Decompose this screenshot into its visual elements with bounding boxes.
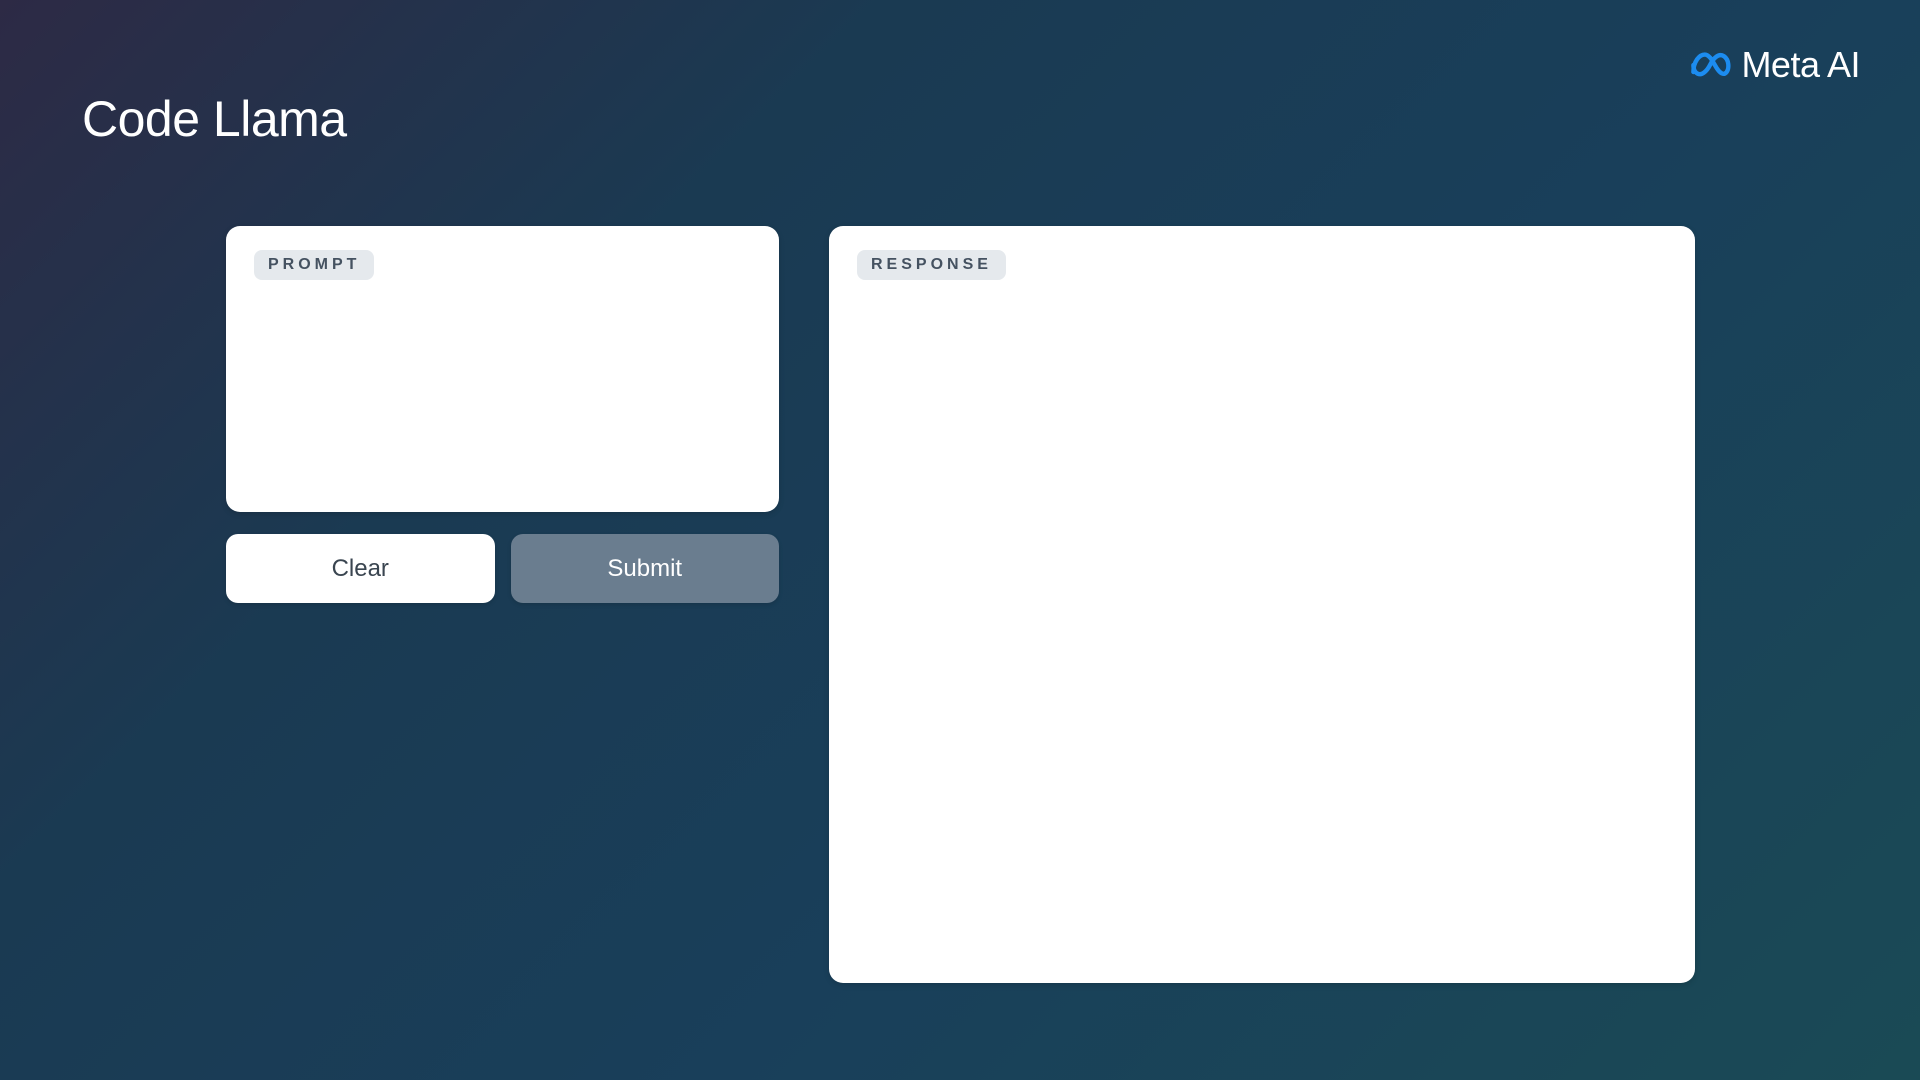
prompt-label: PROMPT (254, 250, 374, 280)
brand-text: Meta AI (1741, 44, 1860, 86)
meta-infinity-icon (1689, 51, 1731, 79)
button-row: Clear Submit (226, 534, 779, 603)
clear-button[interactable]: Clear (226, 534, 495, 603)
left-column: PROMPT Clear Submit (226, 226, 779, 983)
page-title: Code Llama (82, 90, 347, 148)
brand-logo: Meta AI (1689, 44, 1860, 86)
prompt-panel: PROMPT (226, 226, 779, 512)
main-content: PROMPT Clear Submit RESPONSE (226, 226, 1695, 983)
response-panel: RESPONSE (829, 226, 1695, 983)
submit-button[interactable]: Submit (511, 534, 780, 603)
response-label: RESPONSE (857, 250, 1006, 280)
prompt-input[interactable] (254, 294, 751, 482)
